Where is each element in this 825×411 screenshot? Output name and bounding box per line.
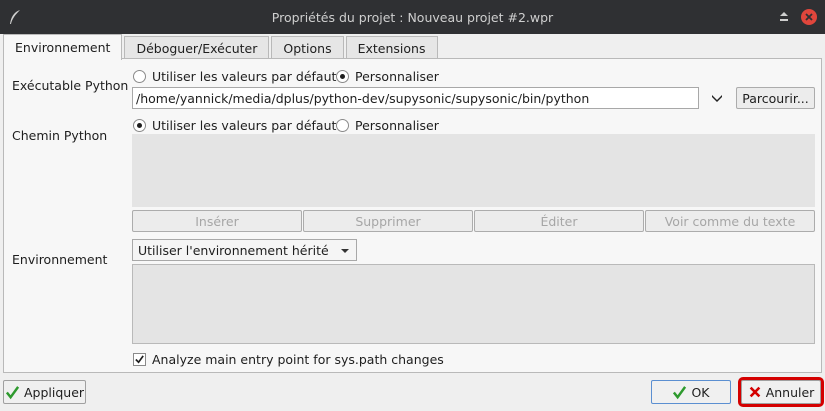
feather-icon [10,10,20,24]
browse-button[interactable]: Parcourir... [736,87,815,109]
checkbox-indicator [133,353,146,366]
environment-mode-select[interactable]: Utiliser l'environnement hérité [132,239,357,261]
checkmark-icon [135,355,144,364]
python-exe-path-input[interactable] [132,87,699,109]
radio-indicator [133,70,146,83]
tab-environnement[interactable]: Environnement [3,34,123,60]
radio-label: Personnaliser [355,118,439,133]
tab-options[interactable]: Options [271,36,344,60]
edit-button[interactable]: Éditer [474,210,644,232]
python-exe-custom-radio[interactable]: Personnaliser [336,69,439,84]
ok-button[interactable]: OK [651,380,731,404]
window-close-button[interactable] [801,9,817,25]
dropdown-arrow-icon [341,249,349,253]
insert-button[interactable]: Insérer [132,210,302,232]
cancel-button-label: Annuler [765,384,815,400]
analyze-label: Analyze main entry point for sys.path ch… [152,352,444,367]
tab-label: Options [283,41,332,56]
x-icon [749,386,760,398]
radio-label: Personnaliser [355,69,439,84]
chevron-down-icon[interactable] [711,93,723,103]
python-exe-label: Exécutable Python [12,78,129,93]
python-exe-default-radio[interactable]: Utiliser les valeurs par défaut [133,69,336,84]
radio-indicator [133,119,146,132]
view-as-text-button-label: Voir comme du texte [664,213,796,229]
environment-panel: Exécutable Python Utiliser les valeurs p… [3,58,822,373]
environment-text-area[interactable] [132,264,815,344]
browse-button-label: Parcourir... [742,90,809,106]
remove-button-label: Supprimer [355,213,421,229]
window-menu-icon[interactable] [776,9,792,25]
title-bar: Propriétés du projet : Nouveau projet #2… [0,0,825,34]
checkmark-icon [673,385,687,399]
tab-label: Extensions [357,41,426,56]
tab-extensions[interactable]: Extensions [345,36,438,60]
tab-bar: Environnement Déboguer/Exécuter Options … [3,34,440,60]
cancel-button[interactable]: Annuler [738,377,824,407]
tab-label: Déboguer/Exécuter [136,41,258,56]
python-path-list[interactable] [132,134,815,207]
python-path-custom-radio[interactable]: Personnaliser [336,118,439,133]
tab-deboguer-executer[interactable]: Déboguer/Exécuter [124,36,270,60]
python-path-label: Chemin Python [12,128,108,143]
radio-label: Utiliser les valeurs par défaut [152,69,337,84]
ok-button-label: OK [691,384,710,400]
view-as-text-button[interactable]: Voir comme du texte [645,210,815,232]
insert-button-label: Insérer [195,213,239,229]
radio-indicator [336,119,349,132]
window-title: Propriétés du projet : Nouveau projet #2… [271,9,554,25]
radio-label: Utiliser les valeurs par défaut [152,118,337,133]
checkmark-icon [5,385,20,399]
dialog-body: Environnement Déboguer/Exécuter Options … [0,34,825,411]
apply-button-label: Appliquer [23,384,85,400]
analyze-entry-point-checkbox[interactable]: Analyze main entry point for sys.path ch… [133,352,444,367]
radio-indicator [336,70,349,83]
python-path-default-radio[interactable]: Utiliser les valeurs par défaut [133,118,336,133]
environment-mode-value: Utiliser l'environnement hérité [138,242,329,258]
environment-label: Environnement [12,252,108,267]
close-icon [805,13,813,21]
edit-button-label: Éditer [540,213,578,229]
apply-button[interactable]: Appliquer [3,380,86,404]
tab-label: Environnement [15,40,111,55]
remove-button[interactable]: Supprimer [303,210,473,232]
